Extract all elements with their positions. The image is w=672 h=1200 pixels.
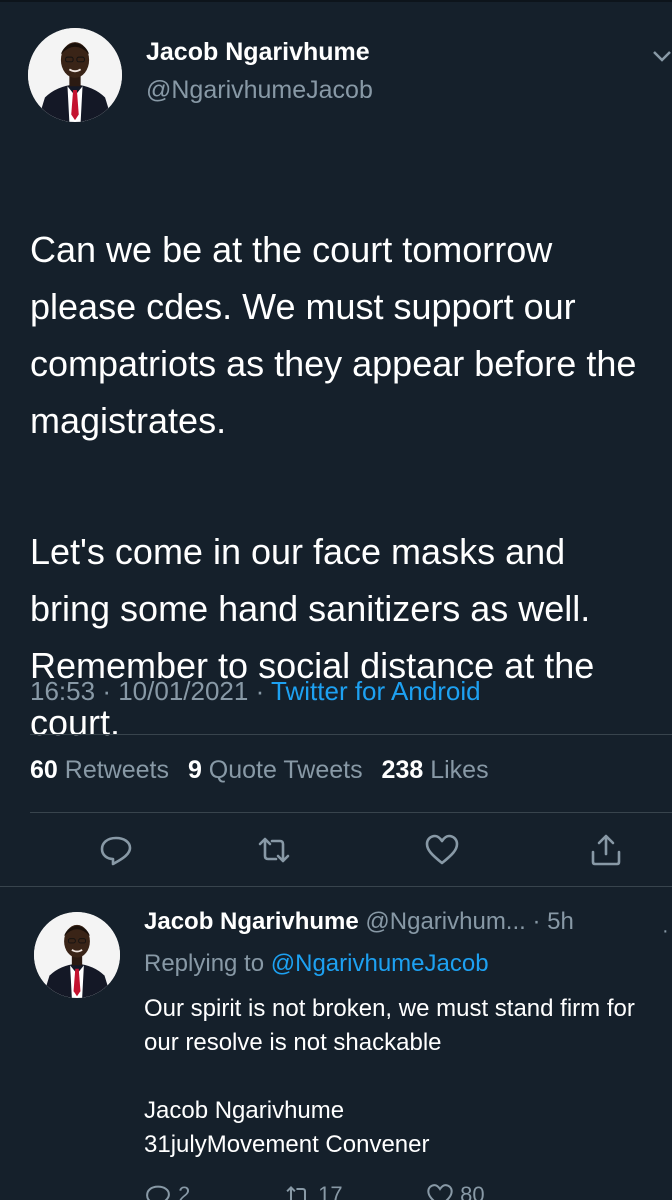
chevron-down-icon[interactable]: · (662, 920, 672, 942)
author-handle[interactable]: @NgarivhumeJacob (146, 76, 373, 105)
retweets-count: 60 (30, 756, 58, 784)
tweet-paragraph-2: Let's come in our face masks and bring s… (30, 531, 595, 743)
reply-signature-name: Jacob Ngarivhume (144, 1097, 345, 1124)
reply-action-bar: 2 17 80 (0, 1182, 672, 1200)
likes-label: Likes (430, 756, 489, 784)
meta-separator: · (102, 676, 111, 706)
tweet-meta: 16:53 · 10/01/2021 · Twitter for Android (30, 676, 481, 707)
reply-age: · 5h (532, 908, 574, 935)
retweet-icon (258, 837, 290, 863)
reply-reply-count: 2 (178, 1182, 191, 1200)
retweets-label: Retweets (64, 756, 169, 784)
like-button[interactable] (422, 828, 462, 872)
reply-like-button[interactable]: 80 (426, 1182, 485, 1200)
heart-icon (427, 1184, 453, 1200)
reply-author-handle[interactable]: @Ngarivhum... (365, 908, 525, 935)
likes-stat[interactable]: 238 Likes (382, 756, 489, 784)
divider (30, 812, 672, 813)
reply-bubble-icon (100, 836, 132, 866)
author-name[interactable]: Jacob Ngarivhume (146, 38, 370, 67)
chevron-down-icon[interactable] (648, 42, 672, 72)
reply-header: Jacob Ngarivhume @Ngarivhum... · 5h (144, 908, 574, 936)
tweet-detail-screen: Jacob Ngarivhume @NgarivhumeJacob Can we… (0, 0, 672, 1200)
reply-retweet-button[interactable]: 17 (284, 1182, 343, 1200)
reply-author-name[interactable]: Jacob Ngarivhume (144, 908, 359, 935)
replying-label: Replying to (144, 950, 265, 977)
reply-bubble-icon (146, 1185, 170, 1200)
share-button[interactable] (586, 828, 626, 872)
tweet-source-link[interactable]: Twitter for Android (271, 676, 481, 706)
tweet-text: Can we be at the court tomorrow please c… (30, 164, 672, 825)
avatar-portrait (34, 912, 120, 998)
retweet-button[interactable] (254, 828, 294, 872)
reply-author-avatar[interactable] (34, 912, 120, 998)
reply-button[interactable] (96, 828, 136, 872)
divider (30, 734, 672, 735)
quotes-label: Quote Tweets (208, 756, 363, 784)
avatar-portrait (28, 28, 122, 122)
retweet-icon (286, 1186, 309, 1200)
top-border (0, 0, 672, 2)
author-avatar[interactable] (28, 28, 122, 122)
heart-icon (425, 834, 459, 865)
meta-separator: · (255, 676, 265, 706)
reply-signature-title: 31julyMovement Convener (144, 1131, 430, 1158)
reply-retweet-count: 17 (318, 1182, 343, 1200)
tweet-date: 10/01/2021 (118, 676, 249, 706)
replying-to-line: Replying to @NgarivhumeJacob (144, 950, 489, 978)
reply-reply-button[interactable]: 2 (144, 1182, 190, 1200)
share-icon (591, 834, 621, 866)
tweet-paragraph-1: Can we be at the court tomorrow please c… (30, 229, 637, 441)
thread-divider (0, 886, 672, 887)
tweet-action-bar (0, 828, 672, 878)
likes-count: 238 (381, 756, 424, 784)
quotes-count: 9 (187, 756, 202, 784)
replying-to-link[interactable]: @NgarivhumeJacob (271, 950, 489, 977)
retweets-stat[interactable]: 60 Retweets (30, 756, 169, 784)
reply-text: Our spirit is not broken, we must stand … (144, 992, 664, 1162)
reply-like-count: 80 (460, 1182, 485, 1200)
tweet-stats: 60 Retweets 9 Quote Tweets 238 Likes (30, 756, 489, 785)
tweet-time: 16:53 (30, 676, 96, 706)
quotes-stat[interactable]: 9 Quote Tweets (188, 756, 363, 784)
reply-paragraph-1: Our spirit is not broken, we must stand … (144, 995, 635, 1056)
